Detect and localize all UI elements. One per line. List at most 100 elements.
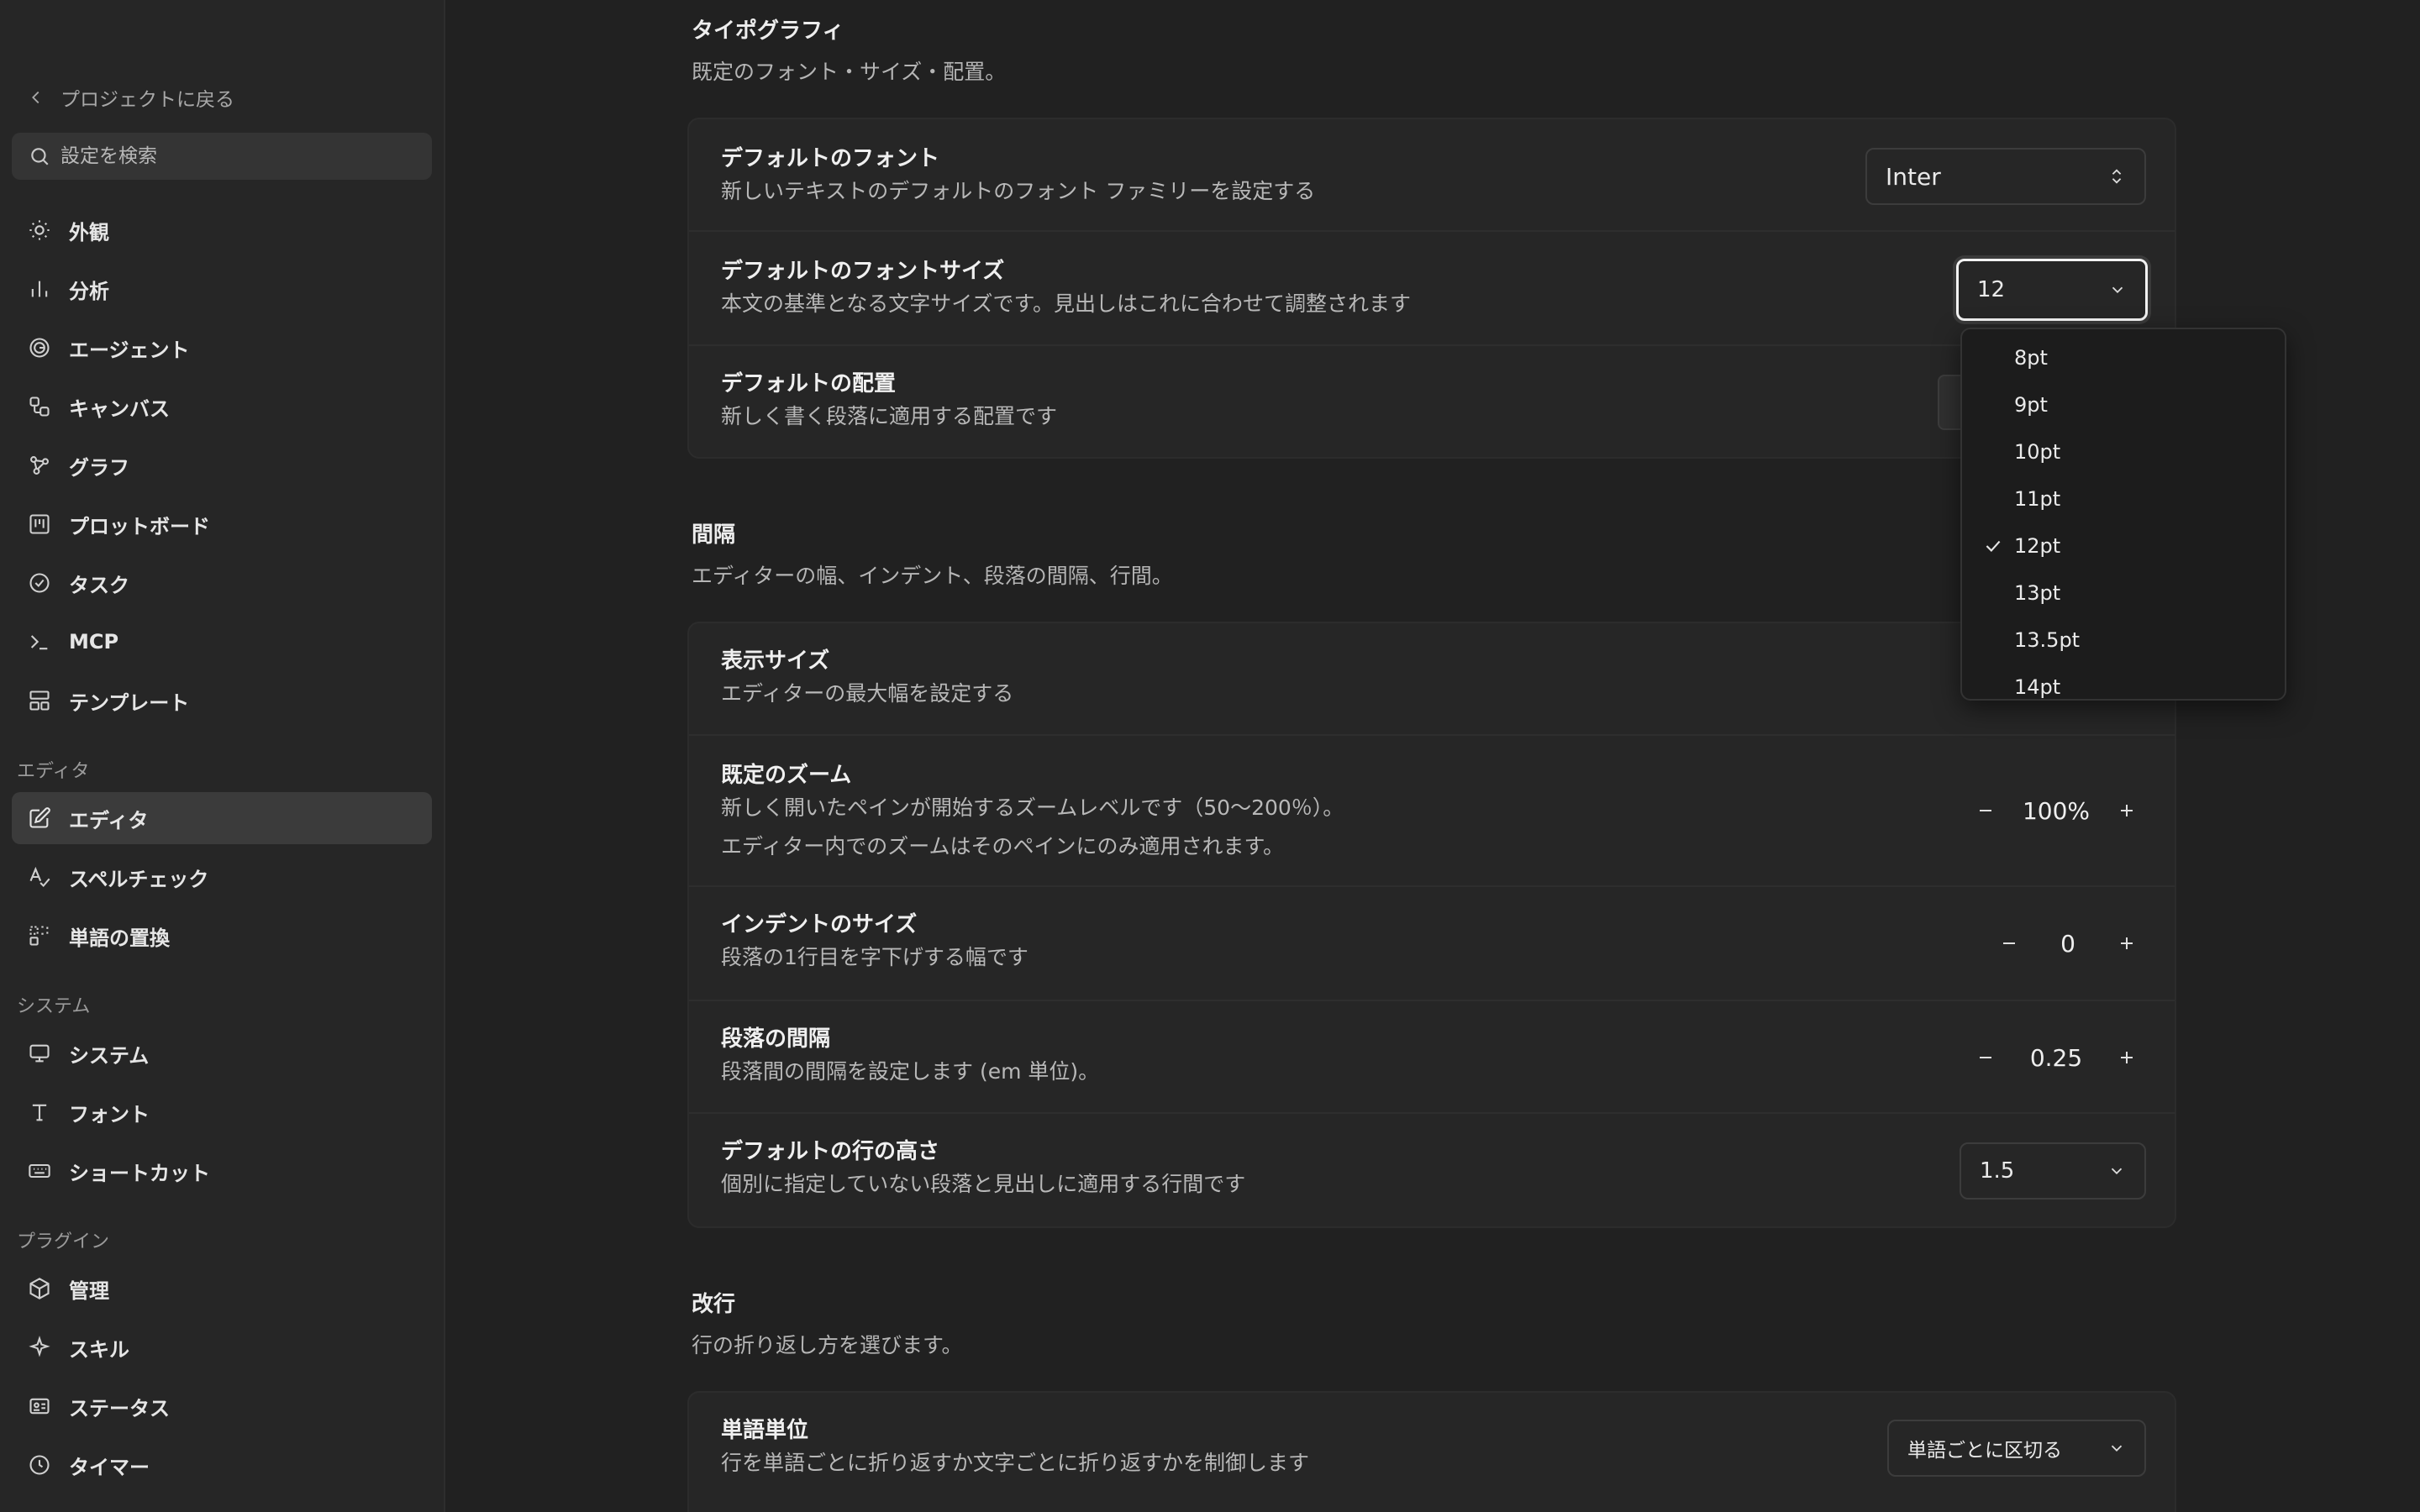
- minus-icon: [1980, 1057, 1991, 1058]
- line-height-desc: 個別に指定していない段落と見出しに適用する行間です: [721, 1172, 1246, 1196]
- sidebar-item-fonts[interactable]: フォント: [12, 1086, 432, 1138]
- font-size-value: 12: [1977, 277, 2006, 302]
- zoom-stepper[interactable]: 100%: [1965, 790, 2148, 832]
- word-break-value: 単語ごとに区切る: [1907, 1440, 2062, 1462]
- indent-size-row: インデントのサイズ 段落の1行目を字下げする幅です 0: [689, 887, 2175, 1001]
- dropdown-option-11pt[interactable]: 11pt: [1962, 475, 2285, 522]
- sidebar-item-templates[interactable]: テンプレート: [12, 675, 432, 727]
- linebreak-subtitle: 行の折り返し方を選びます。: [692, 1333, 963, 1357]
- font-size-select[interactable]: 12: [1956, 259, 2148, 321]
- plus-icon: [2121, 805, 2133, 816]
- sidebar-item-analytics[interactable]: 分析: [12, 263, 432, 315]
- package-icon: [27, 1276, 52, 1301]
- settings-search[interactable]: [12, 133, 432, 180]
- keyboard-icon: [27, 1158, 52, 1184]
- default-alignment-desc: 新しく書く段落に適用する配置です: [721, 404, 1058, 428]
- paragraph-spacing-value: 0.25: [2029, 1043, 2083, 1072]
- sidebar-item-word-replace[interactable]: 単語の置換: [12, 910, 432, 962]
- word-unit-title: 単語単位: [721, 1418, 809, 1443]
- section-label-editor: エディタ: [17, 761, 90, 782]
- bar-chart-icon: [27, 276, 52, 302]
- sidebar-item-manage[interactable]: 管理: [12, 1263, 432, 1315]
- paragraph-spacing-row: 段落の間隔 段落間の間隔を設定します (em 単位)。 0.25: [689, 1001, 2175, 1114]
- type-icon: [27, 1100, 52, 1125]
- paragraph-spacing-title: 段落の間隔: [721, 1026, 831, 1052]
- minus-icon: [2003, 942, 2015, 944]
- word-unit-desc: 行を単語ごとに折り返すか文字ごとに折り返すかを制御します: [721, 1451, 1310, 1475]
- monitor-icon: [27, 1041, 52, 1066]
- zoom-decrease-button[interactable]: [1965, 790, 2007, 832]
- word-break-select[interactable]: 単語ごとに区切る: [1887, 1420, 2146, 1477]
- zoom-increase-button[interactable]: [2106, 790, 2148, 832]
- sidebar-item-skills[interactable]: スキル: [12, 1321, 432, 1373]
- back-to-project-link[interactable]: プロジェクトに戻る: [27, 82, 234, 113]
- linebreak-title: 改行: [692, 1292, 736, 1317]
- dropdown-option-9pt[interactable]: 9pt: [1962, 381, 2285, 428]
- default-font-select[interactable]: Inter: [1865, 148, 2146, 205]
- sidebar-item-canvas[interactable]: キャンバス: [12, 381, 432, 433]
- default-font-value: Inter: [1886, 162, 1941, 191]
- default-zoom-desc-2: エディター内でのズームはそのペインにのみ適用されます。: [721, 834, 1285, 858]
- line-height-select[interactable]: 1.5: [1960, 1142, 2146, 1200]
- id-card-icon: [27, 1394, 52, 1419]
- sidebar-item-graph[interactable]: グラフ: [12, 439, 432, 491]
- indent-value: 0: [2060, 929, 2075, 958]
- sidebar-item-label: ステータス: [69, 1396, 170, 1420]
- sidebar-item-spellcheck[interactable]: スペルチェック: [12, 851, 432, 903]
- sidebar-item-plotboard[interactable]: プロットボード: [12, 498, 432, 550]
- dropdown-option-13-5pt[interactable]: 13.5pt: [1962, 617, 2285, 664]
- display-size-desc: エディターの最大幅を設定する: [721, 681, 1014, 706]
- paragraph-spacing-stepper[interactable]: 0.25: [1965, 1037, 2148, 1079]
- paragraph-spacing-decrease-button[interactable]: [1965, 1037, 2007, 1079]
- sidebar-item-shortcuts[interactable]: ショートカット: [12, 1145, 432, 1197]
- dropdown-option-13pt[interactable]: 13pt: [1962, 570, 2285, 617]
- chevron-down-icon: [2111, 1168, 2123, 1175]
- spacing-title: 間隔: [692, 522, 736, 548]
- sidebar-item-appearance[interactable]: 外観: [12, 204, 432, 256]
- search-input[interactable]: [60, 145, 397, 167]
- indent-size-desc: 段落の1行目を字下げする幅です: [721, 945, 1028, 969]
- sidebar-item-system[interactable]: システム: [12, 1027, 432, 1079]
- dropdown-option-12pt[interactable]: 12pt: [1962, 522, 2285, 570]
- font-size-dropdown: 8pt 9pt 10pt 11pt 12pt 13pt 13.5pt 14pt: [1960, 328, 2286, 701]
- sidebar-item-label: 外観: [69, 220, 109, 244]
- indent-decrease-button[interactable]: [1988, 922, 2030, 964]
- sun-icon: [27, 218, 52, 243]
- sidebar-item-label: エージェント: [69, 338, 190, 362]
- sidebar-item-mcp[interactable]: MCP: [12, 616, 432, 668]
- sidebar-item-label: フォント: [69, 1102, 150, 1126]
- back-link-label: プロジェクトに戻る: [60, 89, 234, 111]
- paragraph-spacing-increase-button[interactable]: [2106, 1037, 2148, 1079]
- section-label-system: システム: [17, 996, 91, 1017]
- spacing-subtitle: エディターの幅、インデント、段落の間隔、行間。: [692, 564, 1173, 588]
- sidebar-item-editor[interactable]: エディタ: [12, 792, 432, 844]
- sidebar: プロジェクトに戻る 外観 分析 エージェント キャンバス グラフ プロットボード…: [0, 0, 445, 1512]
- sidebar-item-timer[interactable]: タイマー: [12, 1439, 432, 1491]
- default-zoom-title: 既定のズーム: [721, 763, 852, 788]
- typography-title: タイポグラフィ: [692, 18, 844, 44]
- display-size-row: 表示サイズ エディターの最大幅を設定する: [689, 623, 2175, 736]
- section-label-plugins: プラグイン: [17, 1231, 110, 1252]
- sidebar-item-status[interactable]: ステータス: [12, 1380, 432, 1432]
- zoom-value: 100%: [2022, 796, 2091, 825]
- dropdown-option-10pt[interactable]: 10pt: [1962, 428, 2285, 475]
- sidebar-item-label: エディタ: [69, 808, 149, 832]
- search-icon: [31, 148, 49, 165]
- default-font-size-row: デフォルトのフォントサイズ 本文の基準となる文字サイズです。見出しはこれに合わせ…: [689, 232, 2175, 346]
- terminal-icon: [27, 629, 52, 654]
- indent-stepper[interactable]: 0: [1988, 922, 2148, 964]
- spiral-icon: [27, 335, 52, 360]
- dropdown-option-8pt[interactable]: 8pt: [1962, 334, 2285, 381]
- chevron-down-icon: [2111, 1445, 2123, 1452]
- sidebar-item-tasks[interactable]: タスク: [12, 557, 432, 609]
- chevrons-up-down-icon: [2112, 169, 2122, 184]
- sidebar-item-label: グラフ: [69, 455, 129, 480]
- sidebar-item-agent[interactable]: エージェント: [12, 322, 432, 374]
- sidebar-item-label: スペルチェック: [69, 867, 209, 891]
- sidebar-item-label: 分析: [69, 279, 109, 303]
- dropdown-option-14pt[interactable]: 14pt: [1962, 664, 2285, 699]
- default-font-size-desc: 本文の基準となる文字サイズです。見出しはこれに合わせて調整されます: [721, 291, 1412, 316]
- default-zoom-desc: 新しく開いたペインが開始するズームレベルです（50〜200％）。: [721, 795, 1344, 820]
- sidebar-item-label: テンプレート: [69, 690, 190, 715]
- indent-increase-button[interactable]: [2106, 922, 2148, 964]
